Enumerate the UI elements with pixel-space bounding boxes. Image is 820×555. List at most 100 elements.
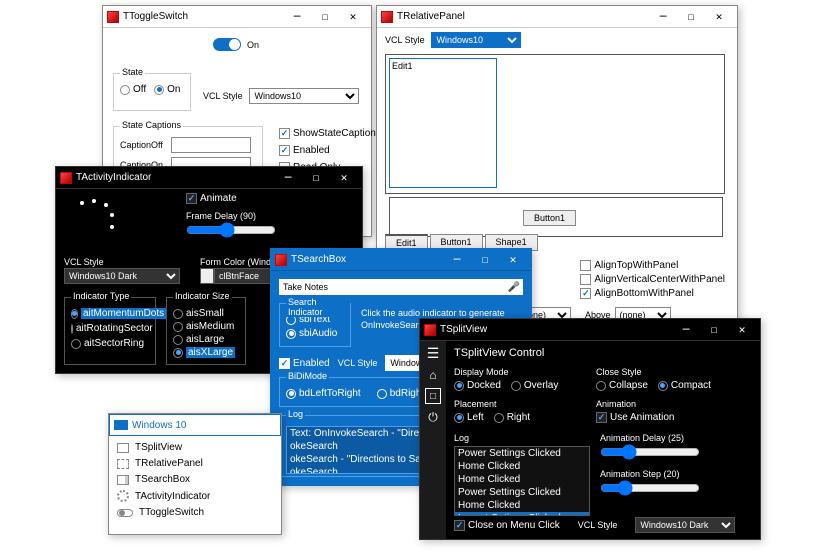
win-icon — [114, 420, 128, 430]
minimize-button[interactable]: ─ — [274, 168, 302, 188]
close-button[interactable]: ✕ — [705, 7, 733, 27]
titlebar[interactable]: TToggleSwitch ─ ☐ ✕ — [103, 6, 371, 28]
vcl-style-label: VCL Style — [338, 358, 378, 368]
app-icon — [275, 254, 287, 266]
titlebar[interactable]: TActivityIndicator ─ ☐ ✕ — [56, 167, 362, 189]
splitview-icon — [117, 443, 129, 453]
minimize-button[interactable]: ─ — [649, 7, 677, 27]
log-item: Home Clicked — [455, 499, 589, 512]
show-state-check[interactable]: ShowStateCaptions — [279, 128, 381, 139]
frame-delay-slider[interactable] — [186, 222, 276, 238]
window-title: TActivityIndicator — [76, 172, 274, 183]
button1[interactable]: Button1 — [523, 210, 576, 226]
close-style-label: Close Style — [596, 367, 642, 377]
dot-icon — [80, 201, 84, 205]
caption-off-input[interactable] — [171, 137, 251, 153]
vcl-style-label: VCL Style — [64, 257, 104, 267]
searchbox-icon — [117, 475, 129, 485]
compact-radio[interactable]: Compact — [658, 380, 711, 391]
anim-delay-slider[interactable] — [600, 444, 700, 460]
size-small-radio[interactable]: aisSmall — [173, 308, 239, 319]
activity-icon — [117, 490, 129, 502]
vcl-style-label: VCL Style — [578, 520, 618, 530]
size-xlarge-radio[interactable]: aisXLarge — [173, 347, 239, 358]
log-item: Power Settings Clicked — [455, 447, 589, 460]
legend-title: Windows 10 — [132, 420, 276, 431]
log-item: Home Clicked — [455, 460, 589, 473]
maximize-button[interactable]: ☐ — [677, 7, 705, 27]
titlebar[interactable]: TSearchBox ─ ☐ ✕ — [271, 249, 531, 271]
size-large-radio[interactable]: aisLarge — [173, 334, 239, 345]
color-swatch — [200, 268, 214, 284]
log-label: Log — [454, 433, 469, 443]
edit1-text[interactable]: Edit1 — [390, 59, 415, 73]
ltr-radio[interactable]: bdLeftToRight — [286, 388, 361, 399]
left-radio[interactable]: Left — [454, 412, 484, 423]
type-sector-radio[interactable]: aitSectorRing — [71, 338, 149, 349]
collapse-radio[interactable]: Collapse — [596, 380, 648, 391]
vcl-style-select[interactable]: Windows10 — [431, 32, 521, 48]
app-icon — [60, 172, 72, 184]
indicator-size-title: Indicator Size — [173, 291, 232, 301]
maximize-button[interactable]: ☐ — [302, 168, 330, 188]
log-item: Power Settings Clicked — [455, 486, 589, 499]
layout-icon[interactable]: □ — [425, 388, 441, 404]
hamburger-icon[interactable]: ☰ — [427, 345, 440, 362]
type-rotating-radio[interactable]: aitRotatingSector — [71, 323, 149, 334]
app-icon — [107, 11, 119, 23]
vcl-style-select[interactable]: Windows10 Dark — [64, 268, 180, 284]
split-window: TSplitView ─ ☐ ✕ ☰ ⌂ □ ⏻ TSplitView Cont… — [419, 318, 761, 540]
mic-icon[interactable]: 🎤 — [505, 279, 523, 295]
state-group-title: State — [120, 67, 145, 77]
minimize-button[interactable]: ─ — [672, 320, 700, 340]
vcl-style-select[interactable]: Windows10 Dark — [635, 517, 735, 533]
close-button[interactable]: ✕ — [499, 250, 527, 270]
close-button[interactable]: ✕ — [339, 7, 367, 27]
size-medium-radio[interactable]: aisMedium — [173, 321, 239, 332]
maximize-button[interactable]: ☐ — [700, 320, 728, 340]
search-enabled-check[interactable]: Enabled — [279, 358, 330, 369]
maximize-button[interactable]: ☐ — [471, 250, 499, 270]
log-item: Layout Options Clicked — [455, 512, 589, 516]
titlebar[interactable]: TRelativePanel ─ ☐ ✕ — [377, 6, 737, 28]
right-radio[interactable]: Right — [494, 412, 530, 423]
home-icon[interactable]: ⌂ — [429, 368, 436, 382]
indicator-type-title: Indicator Type — [71, 291, 131, 301]
window-title: TSearchBox — [291, 254, 443, 265]
minimize-button[interactable]: ─ — [283, 7, 311, 27]
close-button[interactable]: ✕ — [330, 168, 358, 188]
toggle-switch[interactable] — [213, 38, 241, 51]
align-vc-check[interactable]: AlignVerticalCenterWithPanel — [580, 274, 725, 285]
captions-group-title: State Captions — [120, 120, 183, 130]
window-title: TRelativePanel — [397, 11, 649, 22]
dot-icon — [110, 213, 114, 217]
titlebar[interactable]: Windows 10 — [109, 414, 281, 436]
caption-off-label: CaptionOff — [120, 140, 168, 150]
log-item: Home Clicked — [455, 473, 589, 486]
animate-check[interactable]: Animate — [186, 193, 237, 204]
type-momentum-radio[interactable]: aitMomentumDots — [71, 308, 149, 319]
state-on-radio[interactable]: On — [154, 84, 180, 95]
close-button[interactable]: ✕ — [728, 320, 756, 340]
titlebar[interactable]: TSplitView ─ ☐ ✕ — [420, 319, 760, 341]
vcl-style-label: VCL Style — [203, 91, 243, 101]
overlay-radio[interactable]: Overlay — [511, 380, 558, 391]
search-indicator-title: Search Indicator — [286, 297, 350, 317]
enabled-check[interactable]: Enabled — [279, 145, 381, 156]
use-anim-check[interactable]: Use Animation — [596, 412, 716, 423]
sbi-audio-radio[interactable]: sbiAudio — [286, 328, 344, 339]
maximize-button[interactable]: ☐ — [311, 7, 339, 27]
power-icon[interactable]: ⏻ — [428, 410, 438, 425]
anim-step-label: Animation Step (20) — [600, 469, 680, 479]
align-top-check[interactable]: AlignTopWithPanel — [580, 260, 725, 271]
align-bottom-check[interactable]: AlignBottomWithPanel — [580, 288, 725, 299]
window-title: TSplitView — [440, 324, 672, 335]
docked-radio[interactable]: Docked — [454, 380, 501, 391]
vcl-style-select[interactable]: Windows10 — [249, 88, 359, 104]
close-menu-check[interactable]: Close on Menu Click — [454, 520, 560, 531]
display-mode-label: Display Mode — [454, 367, 509, 377]
anim-step-slider[interactable] — [600, 480, 700, 496]
search-input[interactable] — [279, 279, 505, 295]
minimize-button[interactable]: ─ — [443, 250, 471, 270]
state-off-radio[interactable]: Off — [120, 84, 146, 95]
